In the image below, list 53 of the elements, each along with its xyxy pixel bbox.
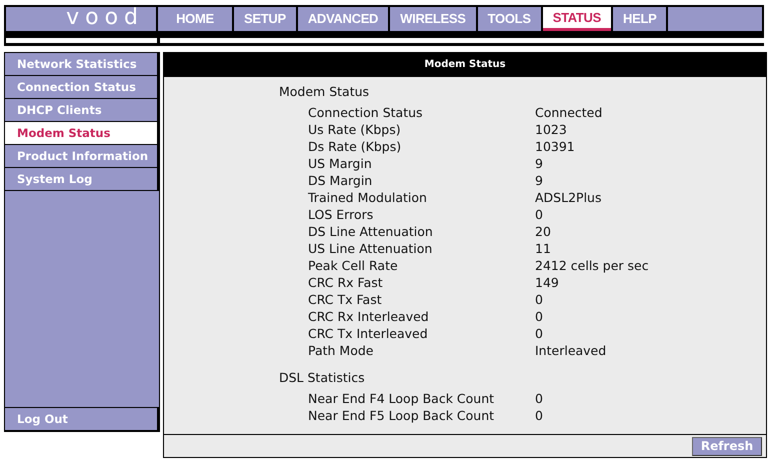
field-value: ADSL2Plus xyxy=(535,189,602,206)
field-value: 9 xyxy=(535,155,543,172)
field-value: 0 xyxy=(535,291,543,308)
nav-tab[interactable]: HELP xyxy=(612,7,666,31)
sidebar-item[interactable]: DHCP Clients xyxy=(5,99,159,121)
field-label: Peak Cell Rate xyxy=(308,257,399,274)
field-value: 2412 cells per sec xyxy=(535,257,649,274)
field-value: 1023 xyxy=(535,121,567,138)
field-value: 0 xyxy=(535,325,543,342)
field-value: Interleaved xyxy=(535,342,606,359)
panel-title: Modem Status xyxy=(164,53,766,77)
field-label: Trained Modulation xyxy=(308,189,428,206)
field-label: CRC Tx Interleaved xyxy=(308,325,429,342)
sidebar-item[interactable]: Modem Status xyxy=(5,122,159,144)
field-value: 9 xyxy=(535,172,543,189)
field-value: 149 xyxy=(535,274,559,291)
logout-link[interactable]: Log Out xyxy=(5,408,159,430)
field-value: 0 xyxy=(535,308,543,325)
sidebar-item[interactable]: Product Information xyxy=(5,145,159,167)
nav-tab[interactable]: ADVANCED xyxy=(298,7,388,31)
section-heading: DSL Statistics xyxy=(279,369,366,386)
field-value: 0 xyxy=(535,390,543,407)
nav-tab[interactable]: HOME xyxy=(158,7,232,31)
field-value: 10391 xyxy=(535,138,575,155)
sidebar-item[interactable]: Connection Status xyxy=(5,76,159,98)
field-label: Near End F5 Loop Back Count xyxy=(308,407,496,424)
field-label: CRC Rx Fast xyxy=(308,274,384,291)
field-label: CRC Tx Fast xyxy=(308,291,383,308)
field-label: DS Line Attenuation xyxy=(308,223,434,240)
field-value: 11 xyxy=(535,240,551,257)
field-label: US Margin xyxy=(308,155,373,172)
field-label: US Line Attenuation xyxy=(308,240,434,257)
field-value: 20 xyxy=(535,223,551,240)
field-label: Path Mode xyxy=(308,342,374,359)
section-heading: Modem Status xyxy=(279,83,370,100)
field-label: Ds Rate (Kbps) xyxy=(308,138,402,155)
field-value: Connected xyxy=(535,104,602,121)
field-label: Near End F4 Loop Back Count xyxy=(308,390,496,407)
field-label: Us Rate (Kbps) xyxy=(308,121,402,138)
nav-tab[interactable]: TOOLS xyxy=(478,7,541,31)
refresh-button[interactable]: Refresh xyxy=(692,436,762,456)
sidebar-item[interactable]: System Log xyxy=(5,168,159,190)
nav-tab[interactable]: STATUS xyxy=(542,7,611,31)
field-label: CRC Rx Interleaved xyxy=(308,308,430,325)
nav-tab[interactable]: SETUP xyxy=(234,7,296,31)
field-label: DS Margin xyxy=(308,172,374,189)
field-label: LOS Errors xyxy=(308,206,374,223)
field-label: Connection Status xyxy=(308,104,424,121)
nav-tab[interactable]: WIRELESS xyxy=(390,7,476,31)
sidebar-item[interactable]: Network Statistics xyxy=(5,53,159,75)
logo: vood xyxy=(6,7,156,31)
field-value: 0 xyxy=(535,206,543,223)
field-value: 0 xyxy=(535,407,543,424)
